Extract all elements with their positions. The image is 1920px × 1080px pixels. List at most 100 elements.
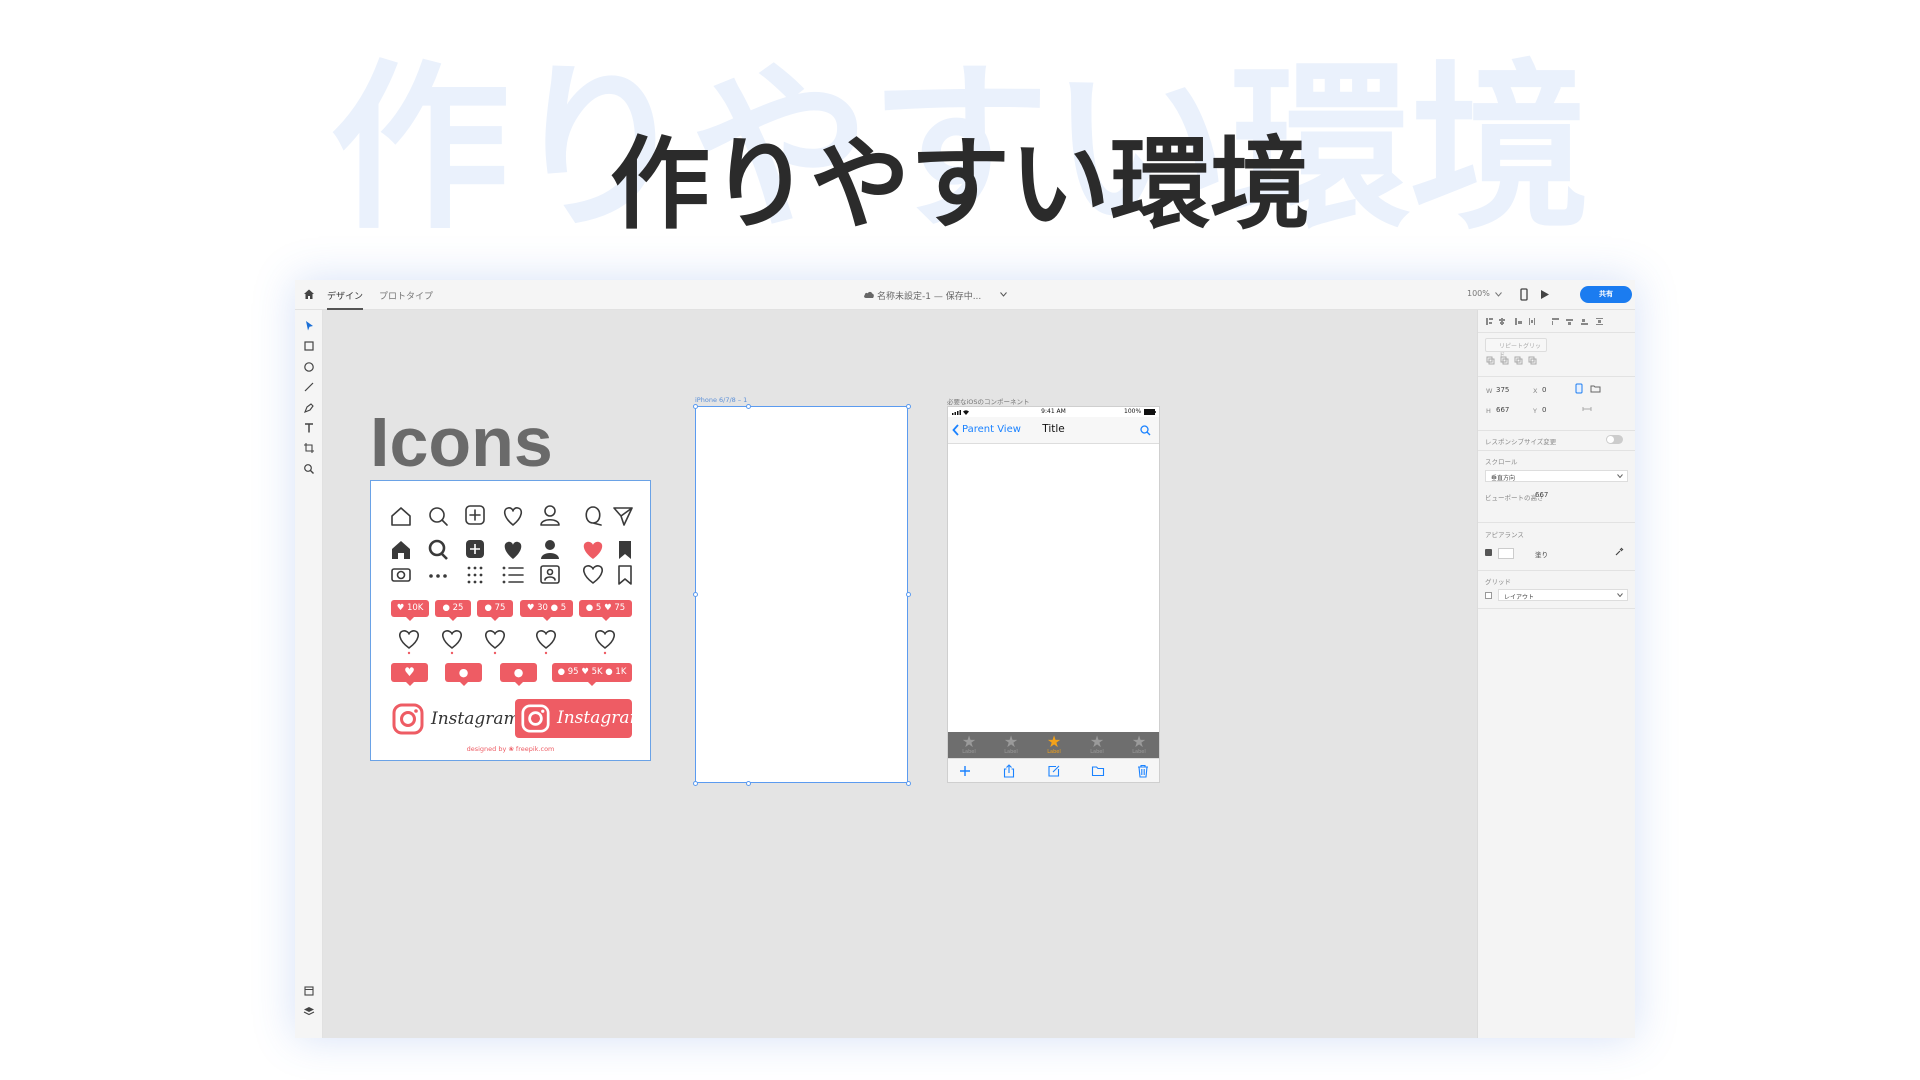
tab-prototype[interactable]: プロトタイプ xyxy=(379,289,433,302)
fill-color-swatch[interactable] xyxy=(1498,548,1514,559)
comments-likes-badge: ● 5 ♥ 75 xyxy=(579,600,632,621)
zoom-chevron-icon[interactable] xyxy=(1495,292,1502,297)
zoom-tool-icon[interactable] xyxy=(302,462,316,476)
resize-handle[interactable] xyxy=(746,404,751,409)
tab-bar-item[interactable]: ★ Label xyxy=(996,734,1026,755)
share-icon[interactable] xyxy=(1002,764,1016,778)
compose-icon[interactable] xyxy=(1047,764,1061,778)
width-label: W xyxy=(1486,387,1493,395)
icons-heading: Icons xyxy=(370,403,553,481)
resize-handle[interactable] xyxy=(906,592,911,597)
pen-tool-icon[interactable] xyxy=(302,401,316,415)
repeat-grid-button[interactable]: リピートグリッド xyxy=(1485,338,1547,359)
badge-value: 5 xyxy=(595,603,602,613)
heart-bubble: ♥ xyxy=(391,663,428,686)
y-field[interactable]: 0 xyxy=(1542,406,1546,414)
freepik-credit: designed by ❀ freepik.com xyxy=(466,745,555,753)
folder-icon[interactable] xyxy=(1091,764,1105,778)
line-tool-icon[interactable] xyxy=(302,380,316,394)
landscape-icon[interactable] xyxy=(1590,384,1601,393)
add-icon[interactable] xyxy=(958,764,972,778)
scroll-direction-select[interactable]: 垂直方向 xyxy=(1485,470,1628,482)
badge-value: 75 xyxy=(614,603,626,613)
play-icon[interactable] xyxy=(1540,289,1550,300)
document-title[interactable]: 名称未設定-1 — 保存中... xyxy=(877,289,981,302)
x-label: X xyxy=(1533,387,1538,395)
tab-bar-item[interactable]: ★ Label xyxy=(1082,734,1112,755)
layers-panel-icon[interactable] xyxy=(302,1004,316,1018)
badge-value: 10K xyxy=(406,603,424,613)
artboard-tool-icon[interactable] xyxy=(302,441,316,455)
blank-iphone-artboard[interactable] xyxy=(695,406,908,783)
tab-design[interactable]: デザイン xyxy=(327,289,364,310)
share-button[interactable]: 共有 xyxy=(1580,286,1632,303)
chevron-down-icon[interactable] xyxy=(1000,292,1007,297)
assets-panel-icon[interactable] xyxy=(302,984,316,998)
badge-value: 30 xyxy=(537,603,548,613)
star-icon: ★ xyxy=(1131,732,1147,751)
instagram-logo-icon xyxy=(392,703,424,735)
search-icon[interactable] xyxy=(1140,425,1151,436)
portrait-icon[interactable] xyxy=(1574,383,1584,394)
resize-handle[interactable] xyxy=(906,781,911,786)
star-icon: ★ xyxy=(961,732,977,751)
grid-checkbox[interactable] xyxy=(1485,592,1492,599)
resize-handle[interactable] xyxy=(746,781,751,786)
badge-value: 75 xyxy=(494,603,506,613)
tool-bar xyxy=(295,310,323,1038)
star-icon: ★ xyxy=(1046,732,1062,751)
comment-bubble: ● xyxy=(500,663,537,686)
resize-handle[interactable] xyxy=(906,404,911,409)
badge-value: 25 xyxy=(452,603,464,613)
ios-components-artboard[interactable]: 9:41 AM 100% Parent View Title ★ Label ★ L… xyxy=(947,406,1160,783)
home-icon[interactable] xyxy=(302,287,316,301)
fill-label: 塗り xyxy=(1535,551,1548,559)
viewport-height-field[interactable]: 667 xyxy=(1535,491,1548,499)
tab-bar-item[interactable]: ★ Label xyxy=(1124,734,1154,755)
x-field[interactable]: 0 xyxy=(1542,386,1546,394)
responsive-section: レスポンシブサイズ変更 xyxy=(1478,430,1635,451)
stats-bubble: ● 95 ♥ 5K ● 1K xyxy=(552,663,632,686)
tab-bar-label: Label xyxy=(962,749,976,755)
fill-checkbox[interactable] xyxy=(1485,549,1492,556)
trash-icon[interactable] xyxy=(1136,764,1150,778)
resize-handle[interactable] xyxy=(693,781,698,786)
resize-handle[interactable] xyxy=(693,404,698,409)
rectangle-tool-icon[interactable] xyxy=(302,339,316,353)
icons-artboard[interactable]: ♥ 10K ● 25 ● 75 ♥ 30 ● 5 ● 5 ♥ 75 ♥ ● ● … xyxy=(370,480,651,761)
badge-value: 95 xyxy=(567,667,579,677)
top-bar: デザイン プロトタイプ 名称未設定-1 — 保存中... 100% 共有 xyxy=(295,280,1635,310)
select-tool-icon[interactable] xyxy=(302,319,316,333)
ios-status-bar: 9:41 AM 100% xyxy=(948,407,1159,417)
tab-bar-label: Label xyxy=(1047,749,1061,755)
scroll-direction-value: 垂直方向 xyxy=(1491,475,1516,482)
flip-icon[interactable] xyxy=(1582,406,1592,412)
zoom-level[interactable]: 100% xyxy=(1467,289,1490,298)
chevron-down-icon xyxy=(1617,474,1623,478)
tab-bar-label: Label xyxy=(1132,749,1146,755)
text-tool-icon[interactable] xyxy=(302,421,316,435)
tab-bar-item[interactable]: ★ Label xyxy=(954,734,984,755)
property-inspector: リピートグリッド W 375 X 0 H 667 Y 0 レスポンシブサイズ変更… xyxy=(1477,310,1635,1038)
resize-handle[interactable] xyxy=(693,592,698,597)
likes-badge: ♥ 10K xyxy=(391,600,429,621)
artboard-ios-label[interactable]: 必要なiOSのコンポーネント xyxy=(947,396,1030,406)
ellipse-tool-icon[interactable] xyxy=(302,360,316,374)
instagram-wordmark: Instagram xyxy=(431,709,520,729)
height-field[interactable]: 667 xyxy=(1496,406,1509,414)
responsive-toggle[interactable] xyxy=(1606,435,1623,444)
device-preview-icon[interactable] xyxy=(1520,288,1528,301)
grid-section: グリッド レイアウト xyxy=(1478,570,1635,609)
grid-type-value: レイアウト xyxy=(1504,594,1535,601)
instagram-wordmark-white: Instagram xyxy=(557,708,646,728)
align-icons[interactable] xyxy=(1486,317,1628,326)
artboard-blank-label[interactable]: iPhone 6/7/8 – 1 xyxy=(695,396,747,404)
width-field[interactable]: 375 xyxy=(1496,386,1509,394)
responsive-resize-label: レスポンシブサイズ変更 xyxy=(1485,438,1557,446)
ios-navigation-bar: Parent View Title xyxy=(948,417,1159,444)
eyedropper-icon[interactable] xyxy=(1615,547,1624,556)
boolean-ops-icons[interactable] xyxy=(1486,356,1550,365)
grid-type-select[interactable]: レイアウト xyxy=(1498,589,1628,601)
tab-bar-item-selected[interactable]: ★ Label xyxy=(1039,734,1069,755)
height-label: H xyxy=(1486,407,1491,415)
